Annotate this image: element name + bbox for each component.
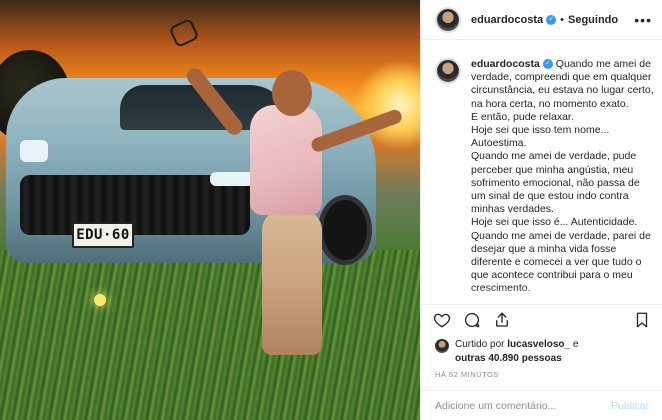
comment-box: Adicione um comentário... Publicar bbox=[421, 390, 662, 420]
license-plate: EDU·60 bbox=[72, 222, 134, 248]
post-sidebar: eduardocosta ✓ • Seguindo ••• eduardocos… bbox=[420, 0, 662, 420]
caption-area: eduardocosta ✓ Quando me amei de verdade,… bbox=[421, 40, 662, 302]
header-username[interactable]: eduardocosta bbox=[471, 14, 543, 26]
post-photo[interactable]: EDU·60 bbox=[0, 0, 420, 420]
caption-text: eduardocosta ✓ Quando me amei de verdade,… bbox=[471, 58, 655, 302]
liker-avatar bbox=[435, 339, 449, 353]
man-shirt bbox=[250, 105, 322, 215]
likes-and: e bbox=[572, 339, 579, 350]
car-wheel bbox=[318, 195, 372, 265]
comment-input[interactable]: Adicione um comentário... bbox=[435, 400, 556, 412]
caption-line: Quando me amei de verdade, parei de dese… bbox=[471, 229, 651, 295]
action-bar bbox=[421, 304, 662, 334]
header-separator: • bbox=[560, 13, 564, 26]
publish-button[interactable]: Publicar bbox=[611, 400, 649, 412]
likes-prefix: Curtido por bbox=[455, 339, 505, 350]
share-icon[interactable] bbox=[491, 309, 513, 331]
comment-icon[interactable] bbox=[461, 309, 483, 331]
caption-line: Hoje sei que isso é... Autenticidade. bbox=[471, 216, 638, 229]
caption-avatar[interactable] bbox=[435, 58, 461, 84]
post-header: eduardocosta ✓ • Seguindo ••• bbox=[421, 0, 662, 40]
sunglasses bbox=[168, 17, 200, 49]
likes-summary: Curtido por lucasveloso_ e outras 40.890… bbox=[435, 338, 657, 366]
bookmark-icon[interactable] bbox=[631, 309, 653, 331]
verified-icon: ✓ bbox=[546, 14, 557, 25]
heart-icon[interactable] bbox=[431, 309, 453, 331]
caption-line: E então, pude relaxar. bbox=[471, 110, 574, 123]
verified-icon: ✓ bbox=[542, 59, 553, 70]
caption-line: Quando me amei de verdade, pude perceber… bbox=[471, 150, 640, 216]
car-headlight-right bbox=[210, 172, 254, 186]
likes-others-link[interactable]: outras 40.890 pessoas bbox=[455, 353, 562, 364]
caption-fade bbox=[421, 288, 662, 302]
caption-line: Hoje sei que isso tem nome... Autoestima… bbox=[471, 124, 610, 150]
grass-field bbox=[0, 250, 420, 420]
avatar[interactable] bbox=[435, 6, 461, 33]
lens-flare bbox=[94, 294, 106, 306]
man-legs bbox=[262, 210, 322, 355]
caption-username[interactable]: eduardocosta bbox=[471, 58, 540, 70]
man-head bbox=[272, 70, 312, 116]
post-timestamp[interactable]: HÁ 52 MINUTOS bbox=[435, 370, 499, 379]
liker-username[interactable]: lucasveloso_ bbox=[507, 339, 570, 350]
follow-status-button[interactable]: Seguindo bbox=[568, 14, 618, 26]
car-headlight-left bbox=[20, 140, 48, 162]
more-options-icon[interactable]: ••• bbox=[634, 12, 652, 28]
